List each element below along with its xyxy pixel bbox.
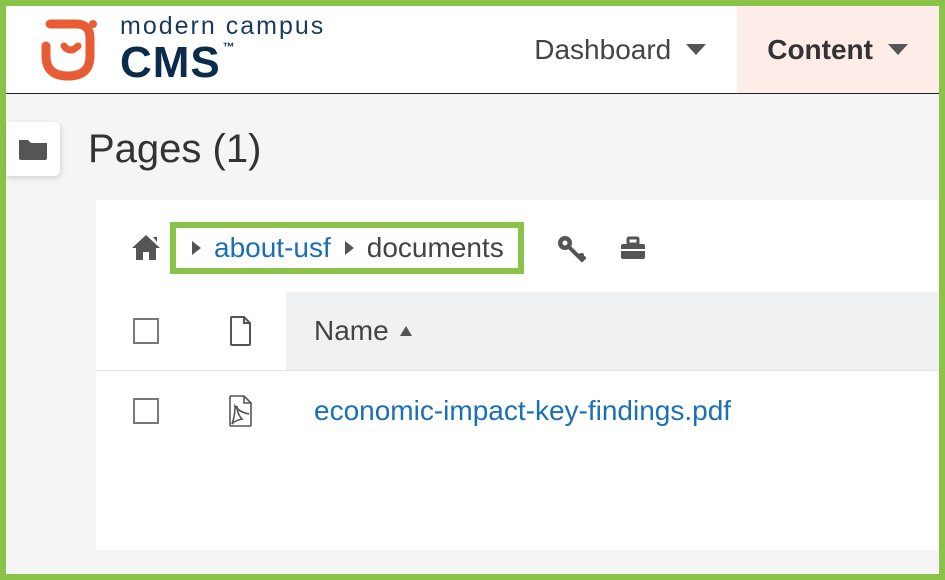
sort-asc-icon xyxy=(399,325,413,337)
pdf-file-icon xyxy=(228,395,254,427)
chevron-down-icon xyxy=(887,43,909,57)
breadcrumb-separator-icon xyxy=(190,240,202,256)
brand-logo[interactable]: modern campus CMS™ xyxy=(6,14,325,85)
folder-tab[interactable] xyxy=(6,122,60,176)
top-nav: modern campus CMS™ Dashboard Content xyxy=(6,6,939,94)
toolbox-icon[interactable] xyxy=(618,234,648,262)
breadcrumb-highlight: about-usf documents xyxy=(170,222,524,274)
page-title-row: Pages (1) xyxy=(6,94,939,200)
page-title: Pages (1) xyxy=(88,127,261,172)
brand-line1: modern campus xyxy=(120,14,325,39)
breadcrumb-about-usf[interactable]: about-usf xyxy=(214,232,331,264)
main-area: Pages (1) about-usf documents xyxy=(6,94,939,550)
breadcrumb-separator-icon xyxy=(343,240,355,256)
name-column-header[interactable]: Name xyxy=(286,292,939,370)
file-type-column xyxy=(196,316,286,346)
nav-dashboard-label: Dashboard xyxy=(534,34,671,66)
chevron-down-icon xyxy=(685,43,707,57)
pages-panel: about-usf documents xyxy=(96,200,939,550)
brand-line2: CMS™ xyxy=(120,41,325,85)
name-column-label: Name xyxy=(314,315,389,347)
nav-content-label: Content xyxy=(767,34,873,66)
breadcrumb: about-usf documents xyxy=(96,200,939,292)
key-icon[interactable] xyxy=(556,234,586,262)
file-icon xyxy=(229,316,253,346)
table-header: Name xyxy=(96,292,939,370)
table-row: economic-impact-key-findings.pdf xyxy=(96,370,939,450)
row-checkbox[interactable] xyxy=(133,398,159,424)
nav-content[interactable]: Content xyxy=(737,6,939,93)
breadcrumb-documents: documents xyxy=(367,232,504,264)
select-all-cell xyxy=(96,318,196,344)
home-icon[interactable] xyxy=(130,233,162,263)
select-all-checkbox[interactable] xyxy=(133,318,159,344)
file-link[interactable]: economic-impact-key-findings.pdf xyxy=(314,395,731,426)
brand-mark-icon xyxy=(36,18,106,82)
nav-dashboard[interactable]: Dashboard xyxy=(504,6,737,93)
folder-icon xyxy=(18,137,48,161)
brand-text: modern campus CMS™ xyxy=(120,14,325,85)
